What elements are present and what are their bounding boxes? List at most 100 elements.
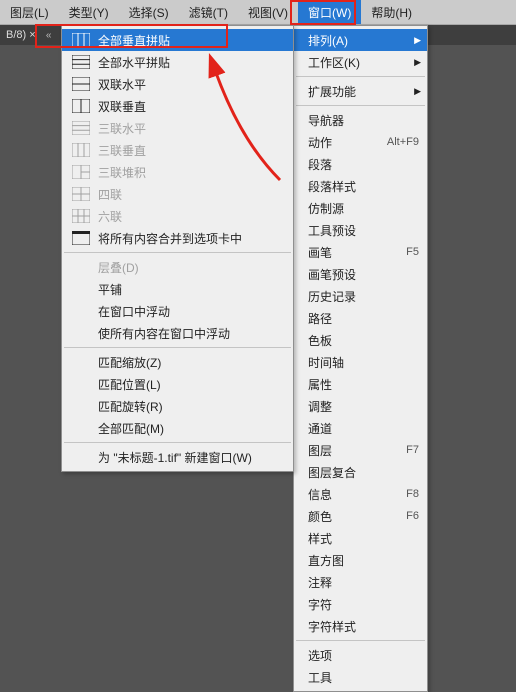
arrange-menu-item[interactable]: 匹配位置(L): [62, 373, 293, 395]
tab-overflow-icon[interactable]: «: [42, 30, 56, 41]
menu-item-label: 历史记录: [308, 288, 356, 305]
window-menu-item[interactable]: 图层复合: [294, 461, 427, 483]
window-menu-item[interactable]: 样式: [294, 527, 427, 549]
window-menu-item[interactable]: 工具预设: [294, 219, 427, 241]
menu-item-label: 段落: [308, 156, 332, 173]
window-menu-item[interactable]: 字符: [294, 593, 427, 615]
menu-separator: [296, 76, 425, 77]
menu-item-label: 工作区(K): [308, 54, 360, 71]
window-menu-item[interactable]: 通道: [294, 417, 427, 439]
window-menu-item[interactable]: 画笔预设: [294, 263, 427, 285]
menubar-item[interactable]: 图层(L): [0, 0, 59, 24]
window-menu-item[interactable]: 注释: [294, 571, 427, 593]
arrange-menu-item[interactable]: 将所有内容合并到选项卡中: [62, 227, 293, 249]
window-menu-item[interactable]: 选项: [294, 644, 427, 666]
menubar-item[interactable]: 滤镜(T): [179, 0, 238, 24]
three-h-icon: [72, 121, 90, 135]
window-menu-item[interactable]: 历史记录: [294, 285, 427, 307]
menu-item-label: 动作: [308, 134, 332, 151]
menu-item-label: 图层: [308, 442, 332, 459]
menu-item-label: 仿制源: [308, 200, 344, 217]
arrange-menu-item[interactable]: 双联垂直: [62, 95, 293, 117]
window-menu-item[interactable]: 色板: [294, 329, 427, 351]
window-menu-item[interactable]: 调整: [294, 395, 427, 417]
window-menu-item[interactable]: 工作区(K)▶: [294, 51, 427, 73]
menu-item-shortcut: F7: [406, 444, 419, 456]
menu-item-label: 匹配旋转(R): [98, 398, 163, 415]
window-menu-item[interactable]: 段落样式: [294, 175, 427, 197]
menu-item-label: 样式: [308, 530, 332, 547]
menu-item-label: 三联垂直: [98, 142, 146, 159]
window-menu-item[interactable]: 图层 F7: [294, 439, 427, 461]
arrange-menu-item[interactable]: 为 "未标题-1.tif" 新建窗口(W): [62, 446, 293, 468]
window-menu-item[interactable]: 工具: [294, 666, 427, 688]
window-menu-item[interactable]: 排列(A) ▶: [294, 29, 427, 51]
menu-item-label: 六联: [98, 208, 122, 225]
arrange-menu-item[interactable]: 在窗口中浮动: [62, 300, 293, 322]
submenu-arrow-icon: ▶: [414, 35, 421, 46]
menubar-item[interactable]: 窗口(W): [298, 0, 361, 24]
arrange-menu-item[interactable]: 全部匹配(M): [62, 417, 293, 439]
window-menu-item[interactable]: 时间轴: [294, 351, 427, 373]
arrange-menu-item: 三联堆积: [62, 161, 293, 183]
menu-item-label: 颜色: [308, 508, 332, 525]
menu-item-label: 匹配缩放(Z): [98, 354, 161, 371]
submenu-arrow-icon: ▶: [414, 86, 421, 97]
menu-item-label: 段落样式: [308, 178, 356, 195]
window-menu-item[interactable]: 属性: [294, 373, 427, 395]
window-menu-item[interactable]: 扩展功能▶: [294, 80, 427, 102]
menu-item-label: 三联水平: [98, 120, 146, 137]
menu-item-label: 路径: [308, 310, 332, 327]
horz-all-icon: [72, 55, 90, 69]
arrange-menu-item[interactable]: 全部垂直拼贴: [62, 29, 293, 51]
window-menu-item[interactable]: 仿制源: [294, 197, 427, 219]
menu-item-label: 画笔: [308, 244, 332, 261]
consolidate-icon: [72, 231, 90, 245]
arrange-menu-item[interactable]: 匹配缩放(Z): [62, 351, 293, 373]
menubar-item[interactable]: 视图(V): [238, 0, 298, 24]
menu-item-label: 排列(A): [308, 32, 348, 49]
window-menu-item[interactable]: 段落: [294, 153, 427, 175]
window-menu-item[interactable]: 导航器: [294, 109, 427, 131]
menu-item-shortcut: F5: [406, 246, 419, 258]
window-menu-item[interactable]: 信息F8: [294, 483, 427, 505]
menu-item-label: 画笔预设: [308, 266, 356, 283]
arrange-menu-item[interactable]: 匹配旋转(R): [62, 395, 293, 417]
menu-item-label: 层叠(D): [98, 259, 139, 276]
menu-item-label: 四联: [98, 186, 122, 203]
menu-item-label: 通道: [308, 420, 332, 437]
menu-item-label: 为 "未标题-1.tif" 新建窗口(W): [98, 449, 252, 466]
arrange-menu-item[interactable]: 平铺: [62, 278, 293, 300]
menu-item-label: 调整: [308, 398, 332, 415]
window-menu-item[interactable]: 路径: [294, 307, 427, 329]
menu-separator: [64, 252, 291, 253]
window-menu-item[interactable]: 直方图: [294, 549, 427, 571]
window-menu: 排列(A)▶工作区(K)▶扩展功能▶导航器动作Alt+F9段落段落样式仿制源工具…: [293, 25, 428, 692]
menu-item-label: 匹配位置(L): [98, 376, 161, 393]
menu-item-label: 色板: [308, 332, 332, 349]
arrange-menu-item: 四联: [62, 183, 293, 205]
window-menu-item[interactable]: 字符样式: [294, 615, 427, 637]
window-menu-item[interactable]: 颜色 F6: [294, 505, 427, 527]
menubar-item[interactable]: 类型(Y): [59, 0, 119, 24]
two-v-icon: [72, 99, 90, 113]
arrange-menu-item[interactable]: 使所有内容在窗口中浮动: [62, 322, 293, 344]
menu-item-shortcut: F6: [406, 510, 419, 522]
menubar-item[interactable]: 选择(S): [119, 0, 179, 24]
six-icon: [72, 209, 90, 223]
menu-item-label: 在窗口中浮动: [98, 303, 170, 320]
window-menu-item[interactable]: 画笔 F5: [294, 241, 427, 263]
menubar-item[interactable]: 帮助(H): [361, 0, 422, 24]
menu-item-label: 注释: [308, 574, 332, 591]
menu-item-label: 将所有内容合并到选项卡中: [98, 230, 242, 247]
window-menu-item[interactable]: 动作Alt+F9: [294, 131, 427, 153]
menu-item-label: 平铺: [98, 281, 122, 298]
menu-item-label: 导航器: [308, 112, 344, 129]
arrange-menu-item[interactable]: 全部水平拼贴: [62, 51, 293, 73]
arrange-menu-item[interactable]: 双联水平: [62, 73, 293, 95]
menu-item-label: 属性: [308, 376, 332, 393]
menu-item-label: 字符: [308, 596, 332, 613]
document-tab[interactable]: B/8) ×: [0, 25, 42, 45]
menu-item-label: 工具预设: [308, 222, 356, 239]
menu-item-label: 信息: [308, 486, 332, 503]
